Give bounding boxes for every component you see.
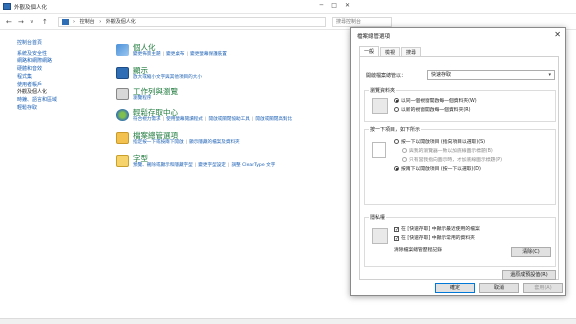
- click-items-group: 按一下項目，如下所示 按一下以開啟項目 (指向項目以選取)(S) 與我的瀏覽器一…: [364, 126, 556, 205]
- maximize-button[interactable]: □: [331, 2, 337, 9]
- link-change-screensaver[interactable]: 變更螢幕保護裝置: [190, 52, 227, 57]
- link-cleartype[interactable]: 調整 ClearType 文字: [231, 163, 275, 168]
- cancel-button[interactable]: 取消: [479, 283, 519, 293]
- privacy-group: 隱私權 ✓ 在 [快速存取] 中顯示最近使用的檔案 ✓ 在 [快速存取] 中顯示常用…: [364, 214, 556, 267]
- checkmark-icon: ✓: [394, 227, 400, 233]
- folder-options-icon: [116, 132, 129, 144]
- window-bottom-edge: [0, 318, 576, 324]
- tab-search[interactable]: 搜尋: [401, 47, 422, 56]
- sidebar-item-appearance: 外觀及個人化: [17, 89, 48, 96]
- dialog-title: 檔案總管選項: [357, 34, 391, 40]
- search-input[interactable]: 搜尋控制台: [332, 17, 392, 27]
- minimize-button[interactable]: ─: [320, 2, 324, 9]
- taskbar-icon: [116, 88, 129, 100]
- radio-button-icon: [402, 157, 407, 162]
- link-text-size[interactable]: 放大或縮小文字與其他項目的大小: [133, 75, 202, 80]
- link-show-hidden-files[interactable]: 顯示隱藏的檔案及資料夾: [189, 140, 240, 145]
- open-explorer-select[interactable]: 快速存取 ▾: [427, 70, 555, 80]
- tab-view[interactable]: 檢視: [380, 47, 401, 56]
- radio-single-click[interactable]: 按一下以開啟項目 (指向項目以選取)(S): [394, 139, 485, 146]
- restore-defaults-button[interactable]: 還原成預設值(R): [502, 270, 556, 280]
- control-panel-icon: [3, 3, 11, 10]
- sidebar-item-clock-region[interactable]: 時鐘、語言和區域: [17, 97, 97, 105]
- checkbox-recent-files[interactable]: ✓ 在 [快速存取] 中顯示最近使用的檔案: [394, 227, 480, 233]
- radio-new-window[interactable]: 以新的視窗開啟每一個資料夾(R): [394, 107, 470, 114]
- group-title: 按一下項目，如下所示: [369, 126, 422, 133]
- back-arrow-icon[interactable]: ←: [6, 17, 12, 27]
- category-title[interactable]: 字型: [133, 154, 363, 163]
- category-title[interactable]: 個人化: [133, 43, 363, 52]
- tab-general[interactable]: 一般: [359, 46, 380, 56]
- personalization-icon: [116, 44, 129, 56]
- chevron-down-icon: ▾: [548, 72, 551, 78]
- window-controls: ─ □ ✕: [320, 2, 350, 9]
- link-change-theme[interactable]: 變更佈景主題: [133, 52, 161, 57]
- fonts-icon: [116, 155, 129, 167]
- category-title[interactable]: 輕鬆存取中心: [133, 108, 363, 117]
- apply-button: 套用(A): [523, 283, 563, 293]
- window-titlebar: 外觀及個人化 ─ □ ✕: [0, 0, 576, 14]
- folder-icon: [62, 19, 69, 25]
- clear-history-button[interactable]: 清除(C): [511, 247, 551, 257]
- tab-strip: 一般 檢視 搜尋: [359, 46, 422, 56]
- sidebar: 控制台首頁 系統及安全性 網路和網際網路 硬體和音效 程式集 使用者帳戶 外觀及…: [17, 40, 97, 112]
- link-screen-reader[interactable]: 使用螢幕閱讀程式: [166, 117, 203, 122]
- radio-underline-point: 只有當我指向圖示時，才加底線圖示標題(P): [402, 157, 502, 164]
- radio-underline-browser: 與我的瀏覽器一致以加底線圖示標題(B): [402, 148, 493, 155]
- radio-button-icon: [394, 98, 399, 103]
- checkmark-icon: ✓: [394, 236, 400, 242]
- dialog-close-icon[interactable]: ✕: [554, 30, 561, 39]
- close-button[interactable]: ✕: [345, 2, 350, 9]
- breadcrumb-control-panel[interactable]: 控制台: [80, 18, 95, 26]
- sidebar-item-hardware-sound[interactable]: 硬體和音效: [17, 66, 97, 74]
- link-toggle-accessibility[interactable]: 開啟或關閉協助工具: [208, 117, 249, 122]
- link-single-double-click[interactable]: 指定按一下或按兩下開啟: [133, 140, 184, 145]
- link-change-background[interactable]: 變更桌布: [166, 52, 184, 57]
- link-high-contrast[interactable]: 開啟或關閉高對比: [255, 117, 292, 122]
- radio-button-icon: [394, 107, 399, 112]
- sidebar-item-programs[interactable]: 程式集: [17, 74, 97, 82]
- breadcrumb-appearance[interactable]: 外觀及個人化: [106, 18, 136, 26]
- breadcrumb-separator[interactable]: ›: [73, 18, 75, 26]
- link-font-settings[interactable]: 變更字型設定: [198, 163, 226, 168]
- forward-arrow-icon[interactable]: →: [18, 17, 24, 27]
- address-bar[interactable]: › 控制台 › 外觀及個人化: [58, 17, 326, 27]
- clear-history-label: 清除檔案總管歷程記錄: [394, 248, 442, 253]
- checkbox-frequent-folders[interactable]: ✓ 在 [快速存取] 中顯示常用的資料夾: [394, 236, 475, 242]
- general-tab-panel: 開啟檔案總管以： 快速存取 ▾ 瀏覽資料夾 以同一個視窗開啟每一個資料夾(W) …: [359, 56, 559, 280]
- file-explorer-options-dialog: 檔案總管選項 ✕ 一般 檢視 搜尋 開啟檔案總管以： 快速存取 ▾ 瀏覽資料夾 …: [350, 27, 566, 296]
- sidebar-item-ease-of-access[interactable]: 輕鬆存取: [17, 105, 97, 113]
- privacy-illustration-icon: [372, 228, 388, 244]
- pointer-illustration-icon: [372, 142, 386, 158]
- ok-button[interactable]: 確定: [435, 283, 475, 293]
- window-title: 外觀及個人化: [14, 5, 48, 11]
- browse-folders-illustration: [372, 98, 388, 114]
- sidebar-item-control-panel-home[interactable]: 控制台首頁: [17, 40, 97, 48]
- radio-double-click[interactable]: 按兩下以開啟項目 (按一下以選取)(D): [394, 166, 481, 173]
- open-explorer-value: 快速存取: [431, 72, 452, 78]
- browse-folders-group: 瀏覽資料夾 以同一個視窗開啟每一個資料夾(W) 以新的視窗開啟每一個資料夾(R): [364, 87, 556, 122]
- link-navigation[interactable]: 瀏覽程序: [133, 96, 151, 101]
- category-title[interactable]: 顯示: [133, 66, 363, 75]
- category-title[interactable]: 工作列與瀏覽: [133, 87, 363, 96]
- breadcrumb-separator[interactable]: ›: [99, 18, 101, 26]
- group-title: 瀏覽資料夾: [369, 87, 397, 94]
- radio-same-window[interactable]: 以同一個視窗開啟每一個資料夾(W): [394, 98, 477, 105]
- link-preview-fonts[interactable]: 預覽、刪除或顯示和隱藏字型: [133, 163, 193, 168]
- category-title[interactable]: 檔案總管選項: [133, 131, 363, 140]
- ease-of-access-icon: [116, 109, 129, 121]
- radio-button-icon: [394, 166, 399, 171]
- sidebar-item-network[interactable]: 網路和網際網路: [17, 58, 97, 66]
- up-arrow-icon[interactable]: ↑: [42, 17, 48, 27]
- group-title: 隱私權: [369, 214, 387, 221]
- display-monitor-icon: [116, 67, 129, 79]
- radio-button-icon: [402, 148, 407, 153]
- open-explorer-label: 開啟檔案總管以：: [366, 73, 407, 79]
- recent-locations-chevron-icon[interactable]: ∨: [30, 17, 34, 27]
- radio-button-icon: [394, 139, 399, 144]
- link-vision-needs[interactable]: 符合視力需求: [133, 117, 161, 122]
